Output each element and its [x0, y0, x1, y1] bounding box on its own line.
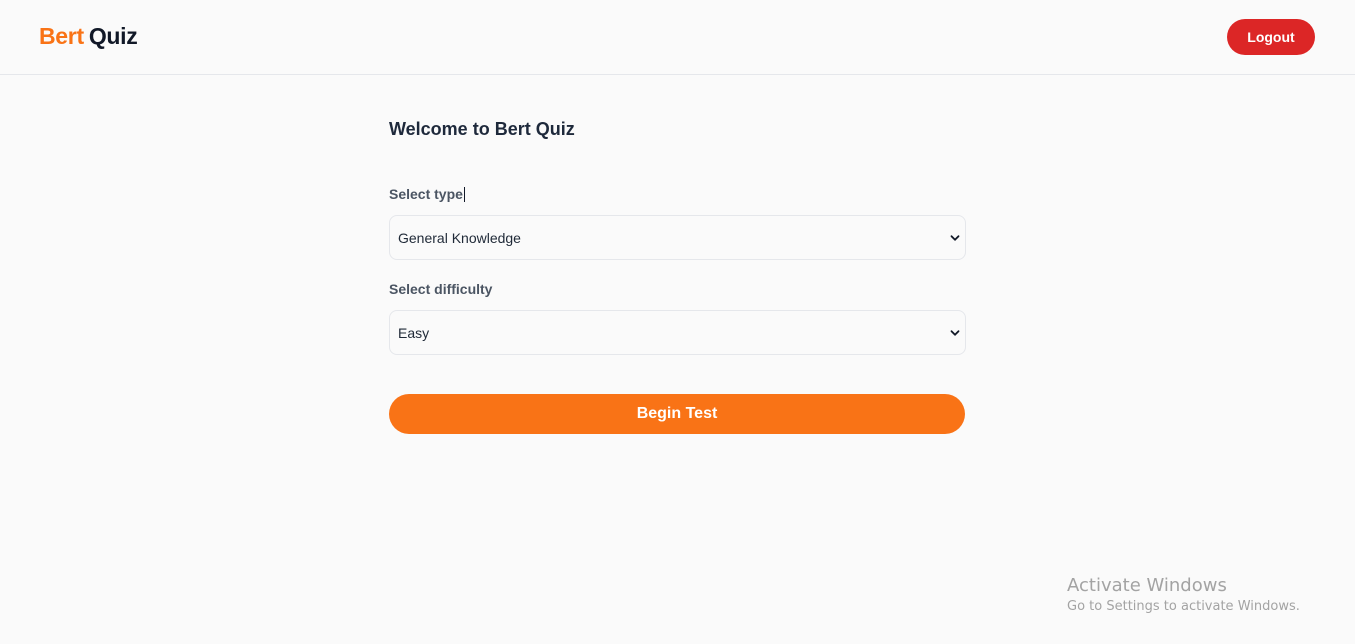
logo-quiz: Quiz	[88, 23, 138, 49]
chevron-down-icon	[950, 330, 960, 336]
type-select-value: General Knowledge	[398, 230, 521, 246]
activate-windows-watermark: Activate Windows Go to Settings to activ…	[1067, 575, 1300, 616]
page-title: Welcome to Bert Quiz	[389, 119, 575, 139]
watermark-title: Activate Windows	[1067, 575, 1227, 596]
app-header: Bert Quiz Logout	[0, 0, 1355, 75]
logout-button[interactable]: Logout	[1227, 19, 1315, 55]
difficulty-label: Select difficulty	[389, 281, 493, 297]
difficulty-select-value: Easy	[398, 325, 430, 341]
quiz-setup-form: Welcome to Bert Quiz Select type General…	[389, 118, 966, 434]
logo-bert: Bert	[39, 23, 84, 49]
difficulty-select[interactable]: Easy	[389, 310, 966, 355]
app-logo[interactable]: Bert Quiz	[39, 22, 138, 50]
chevron-down-icon	[950, 235, 960, 241]
text-cursor	[463, 187, 465, 202]
begin-test-button[interactable]: Begin Test	[389, 394, 965, 434]
type-select[interactable]: General Knowledge	[389, 215, 966, 260]
type-label: Select type	[389, 185, 465, 203]
watermark-subtitle: Go to Settings to activate Windows.	[1067, 599, 1300, 614]
type-label-text: Select type	[389, 186, 463, 202]
